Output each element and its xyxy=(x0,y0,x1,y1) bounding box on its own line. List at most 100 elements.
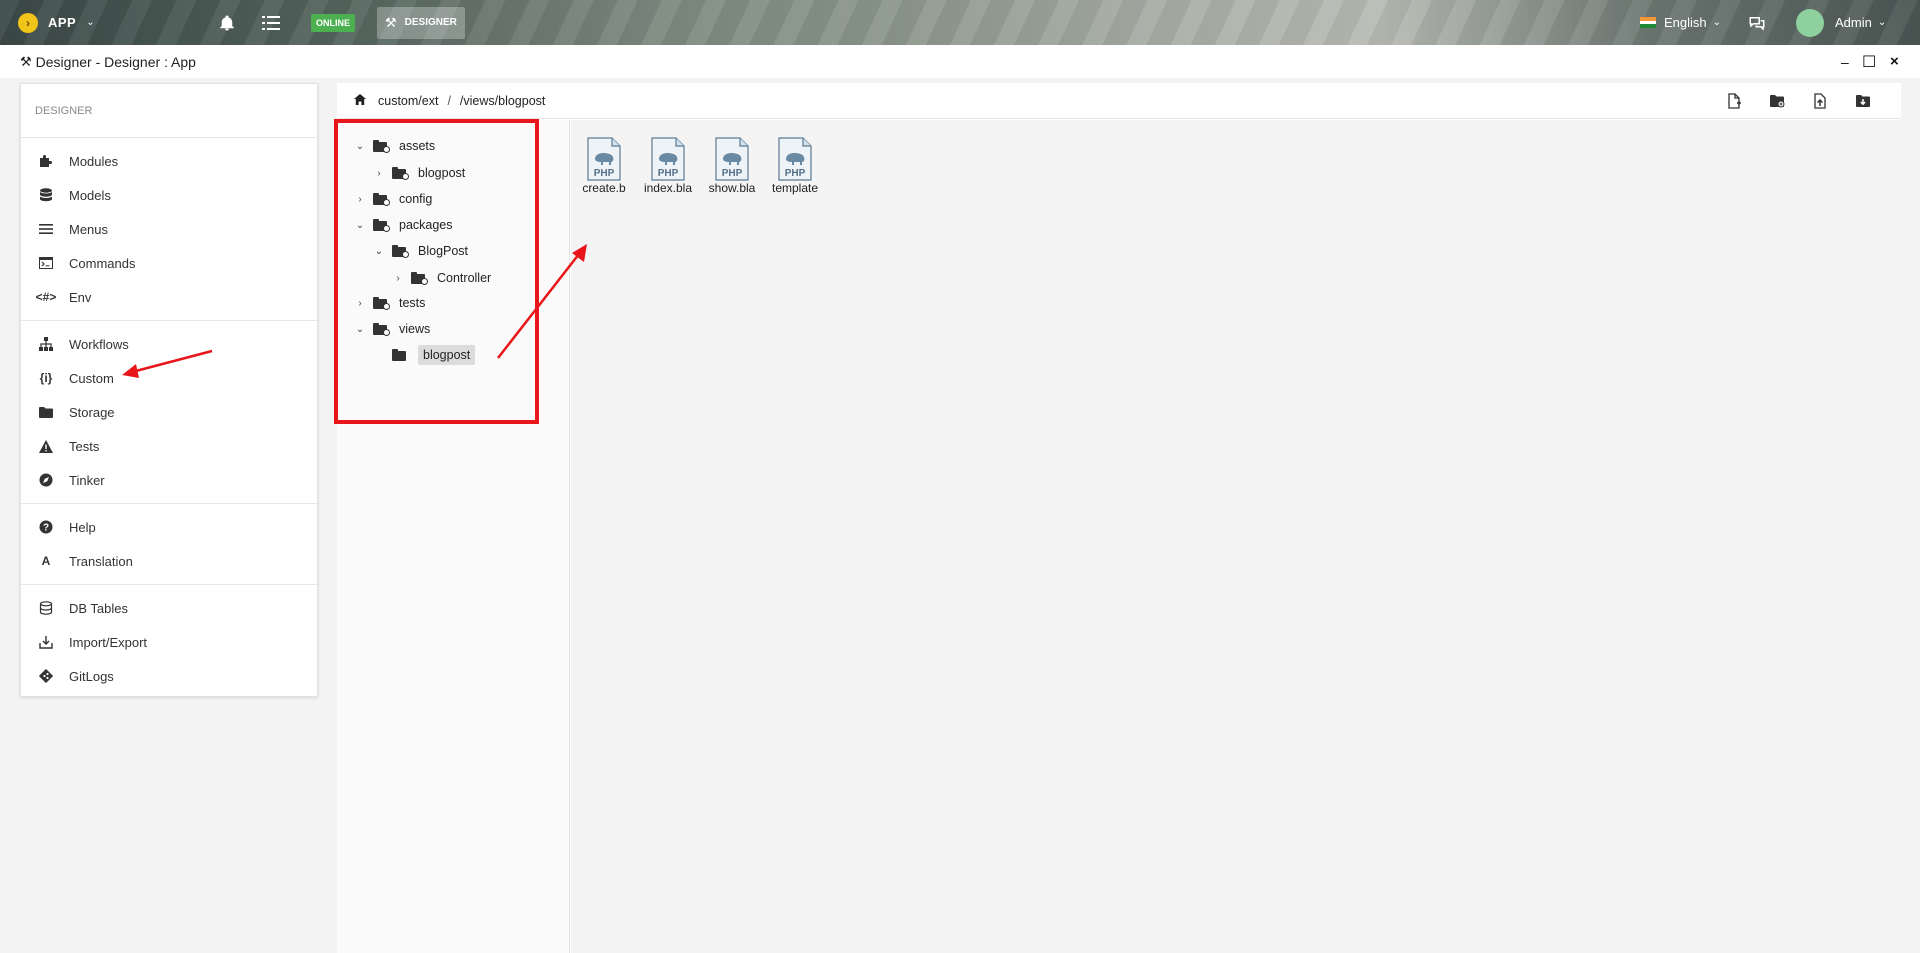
new-file-icon[interactable] xyxy=(1723,91,1745,111)
sidebar-item-workflows[interactable]: Workflows xyxy=(21,327,317,361)
file-explorer: custom/ext / /views/blogpost ⌄ assets › … xyxy=(337,83,1901,953)
chevron-down-icon: ⌄ xyxy=(86,17,95,28)
breadcrumb-root[interactable]: custom/ext xyxy=(378,94,438,108)
window-title-bar: ⚒ Designer - Designer : App – ☐ × xyxy=(0,45,1920,78)
breadcrumb-path[interactable]: /views/blogpost xyxy=(460,94,545,108)
sidebar-group: Workflows {i} Custom Storage Tests Tinke… xyxy=(21,321,317,504)
upload-icon[interactable] xyxy=(1809,91,1831,111)
php-file-icon: PHP xyxy=(586,137,622,181)
breadcrumb-bar: custom/ext / /views/blogpost xyxy=(337,83,1901,119)
database-icon xyxy=(35,601,57,615)
sidebar-item-tests[interactable]: Tests xyxy=(21,429,317,463)
sidebar-item-env[interactable]: <#> Env xyxy=(21,280,317,314)
sidebar-item-menus[interactable]: Menus xyxy=(21,212,317,246)
chevron-down-icon: ⌄ xyxy=(1712,17,1722,28)
header-background xyxy=(0,0,1920,45)
window-title-text: Designer - Designer : App xyxy=(35,53,196,70)
file-item[interactable]: PHP create.b xyxy=(579,137,629,195)
breadcrumb: custom/ext / /views/blogpost xyxy=(354,93,545,108)
svg-text:PHP: PHP xyxy=(785,168,806,179)
file-name: create.b xyxy=(582,181,626,195)
close-button[interactable]: × xyxy=(1890,45,1899,78)
braces-icon: {i} xyxy=(39,371,53,385)
maximize-button[interactable]: ☐ xyxy=(1862,45,1876,78)
language-selector[interactable]: English ⌄ xyxy=(1640,0,1721,45)
import-icon xyxy=(35,635,57,649)
new-folder-icon[interactable] xyxy=(1766,91,1788,111)
file-name: show.bla xyxy=(708,181,756,195)
download-icon[interactable] xyxy=(1852,91,1874,111)
hammer-icon: ⚒ xyxy=(20,53,32,69)
sidebar-item-label: Storage xyxy=(69,404,115,420)
sidebar-item-label: Modules xyxy=(69,153,119,169)
sidebar-item-db-tables[interactable]: DB Tables xyxy=(21,591,317,625)
sidebar-item-label: Custom xyxy=(69,370,114,386)
file-item[interactable]: PHP template xyxy=(770,137,820,195)
avatar xyxy=(1796,8,1824,37)
terminal-icon xyxy=(35,257,57,269)
sidebar-item-translation[interactable]: A Translation xyxy=(21,544,317,578)
breadcrumb-separator: / xyxy=(447,93,451,108)
warning-icon xyxy=(35,439,57,453)
chat-icon[interactable] xyxy=(1748,0,1766,45)
chevron-right-icon: › xyxy=(18,12,38,33)
help-icon: ? xyxy=(35,520,57,534)
sidebar-item-label: Menus xyxy=(69,221,109,237)
compass-icon xyxy=(35,473,57,487)
sidebar-item-label: Tests xyxy=(69,438,100,454)
sidebar-item-modules[interactable]: Modules xyxy=(21,144,317,178)
folder-icon xyxy=(35,406,57,418)
designer-sidebar: DESIGNER Modules Models Menus Commands <… xyxy=(20,83,318,697)
git-icon xyxy=(35,669,57,683)
sidebar-item-gitlogs[interactable]: GitLogs xyxy=(21,659,317,693)
menu-icon xyxy=(35,223,57,235)
database-icon xyxy=(35,188,57,202)
file-name: index.bla xyxy=(643,181,693,195)
chevron-down-icon: ⌄ xyxy=(1877,17,1887,28)
window-title: ⚒ Designer - Designer : App xyxy=(20,54,196,70)
status-badge: ONLINE xyxy=(311,0,356,45)
hammer-icon: ⚒ xyxy=(385,14,397,30)
annotation-highlight-box xyxy=(334,119,539,424)
sidebar-item-tinker[interactable]: Tinker xyxy=(21,463,317,497)
file-item[interactable]: PHP index.bla xyxy=(643,137,693,195)
list-icon[interactable] xyxy=(262,0,280,45)
sidebar-item-label: Translation xyxy=(69,553,133,569)
flag-icon xyxy=(1640,17,1656,29)
app-menu[interactable]: › APP ⌄ xyxy=(18,0,95,45)
sitemap-icon xyxy=(35,337,57,351)
sidebar-item-commands[interactable]: Commands xyxy=(21,246,317,280)
sidebar-item-label: GitLogs xyxy=(69,668,114,684)
translate-icon: A xyxy=(41,554,51,568)
file-grid: PHP create.b PHP index.bla PHP show.bla … xyxy=(571,120,1901,953)
php-file-icon: PHP xyxy=(714,137,750,181)
sidebar-header: DESIGNER xyxy=(21,84,317,138)
sidebar-item-label: Commands xyxy=(69,255,136,271)
user-menu[interactable]: Admin ⌄ xyxy=(1796,0,1886,45)
designer-button[interactable]: ⚒ DESIGNER xyxy=(377,0,465,45)
top-bar: › APP ⌄ ONLINE ⚒ DESIGNER English ⌄ Admi… xyxy=(0,0,1920,45)
sidebar-item-label: Workflows xyxy=(69,336,129,352)
sidebar-item-label: Import/Export xyxy=(69,634,148,650)
file-item[interactable]: PHP show.bla xyxy=(707,137,757,195)
sidebar-item-import-export[interactable]: Import/Export xyxy=(21,625,317,659)
code-icon: <#> xyxy=(35,290,57,304)
sidebar-item-storage[interactable]: Storage xyxy=(21,395,317,429)
file-name: template xyxy=(771,181,819,195)
sidebar-item-custom[interactable]: {i} Custom xyxy=(21,361,317,395)
user-name: Admin xyxy=(1835,15,1872,30)
app-name: APP xyxy=(48,15,77,30)
sidebar-item-label: Models xyxy=(69,187,111,203)
status-label: ONLINE xyxy=(311,13,356,32)
sidebar-group: ? Help A Translation xyxy=(21,504,317,585)
bell-icon[interactable] xyxy=(218,0,236,45)
svg-text:PHP: PHP xyxy=(722,168,743,179)
sidebar-item-help[interactable]: ? Help xyxy=(21,510,317,544)
sidebar-item-models[interactable]: Models xyxy=(21,178,317,212)
minimize-button[interactable]: – xyxy=(1841,45,1849,78)
sidebar-group: Modules Models Menus Commands <#> Env xyxy=(21,138,317,321)
language-label: English xyxy=(1664,15,1707,30)
sidebar-group: DB Tables Import/Export GitLogs xyxy=(21,585,317,699)
sidebar-item-label: Help xyxy=(69,519,96,535)
home-icon[interactable] xyxy=(354,93,366,108)
